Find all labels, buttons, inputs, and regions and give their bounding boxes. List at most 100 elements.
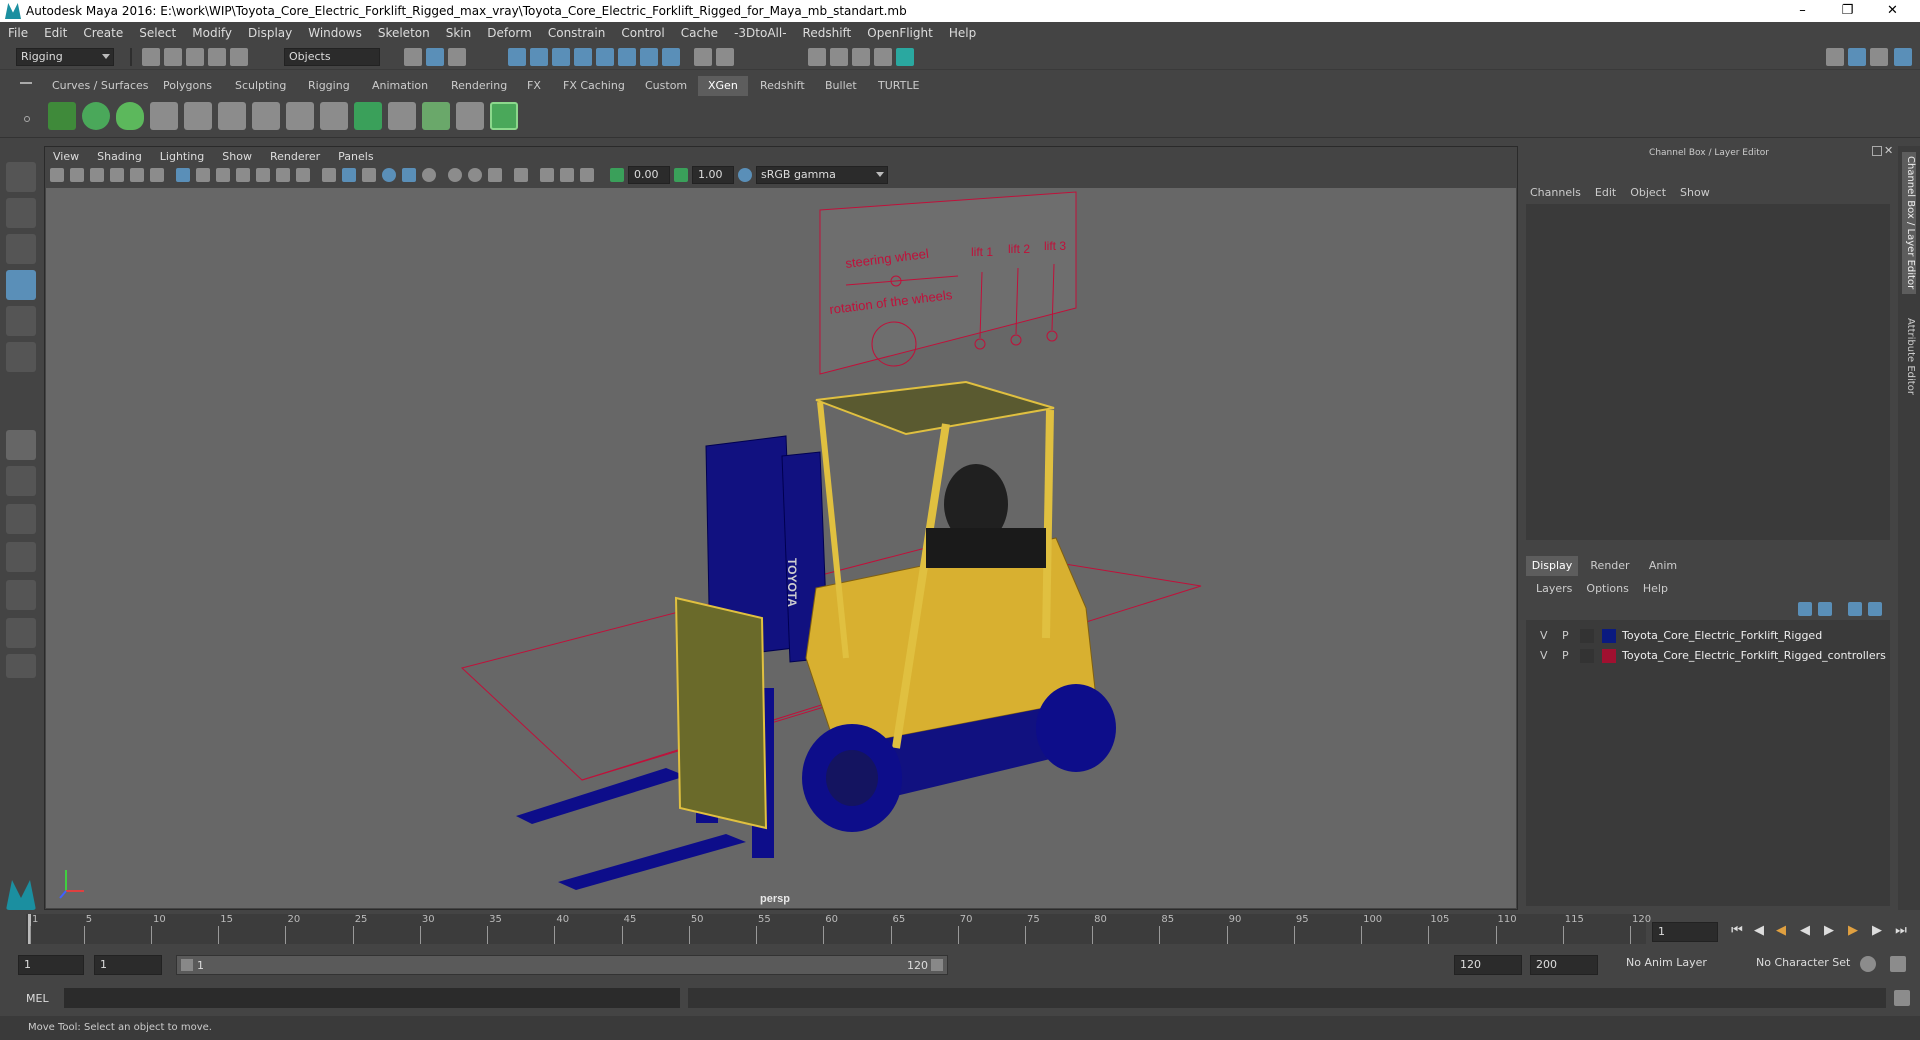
layer-name[interactable]: Toyota_Core_Electric_Forklift_Rigged	[1622, 629, 1822, 642]
camera-attributes-icon[interactable]	[70, 168, 84, 182]
rig-control-board[interactable]	[819, 191, 1077, 375]
smooth-shade-icon[interactable]	[342, 168, 356, 182]
anim-layer-dropdown[interactable]: No Anim Layer	[1622, 955, 1742, 975]
lock-icon[interactable]	[694, 48, 712, 66]
layer-reference-toggle[interactable]	[1580, 629, 1594, 643]
time-slider[interactable]: 1 5 10 15 20 25 30 35 40 45 50 55 60 65 70 75 80 85 90 95 10…	[0, 914, 1920, 946]
tab-turtle[interactable]: TURTLE	[868, 76, 929, 96]
hypershade-icon[interactable]	[896, 48, 914, 66]
step-back-key-icon[interactable]: ◀	[1772, 922, 1790, 940]
tab-anim[interactable]: Anim	[1640, 556, 1686, 576]
wireframe-icon[interactable]	[322, 168, 336, 182]
ambient-occlusion-icon[interactable]	[448, 168, 462, 182]
create-description-icon[interactable]	[116, 102, 144, 130]
tab-xgen[interactable]: XGen	[698, 76, 748, 96]
shadows-icon[interactable]	[422, 168, 436, 182]
viewport-menu-show[interactable]: Show	[213, 150, 261, 163]
menu-file[interactable]: File	[0, 26, 36, 40]
go-to-end-icon[interactable]: ⏭	[1892, 922, 1910, 940]
viewport-3d[interactable]: steering wheel rotation of the wheels li…	[46, 188, 1516, 908]
gamma-field[interactable]: 1.00	[692, 166, 734, 184]
toggle-attribute-editor-icon[interactable]	[1848, 48, 1866, 66]
camera-icon[interactable]	[50, 168, 64, 182]
snap-grid-icon[interactable]	[508, 48, 526, 66]
layer-color-swatch[interactable]	[1602, 649, 1616, 663]
layer-row[interactable]: V P Toyota_Core_Electric_Forklift_Rigged…	[1528, 646, 1892, 666]
shelf-options-icon[interactable]	[24, 116, 30, 122]
snap-view-plane-icon[interactable]	[574, 48, 592, 66]
channel-menu-edit[interactable]: Edit	[1595, 186, 1616, 199]
groom-icon[interactable]	[388, 102, 416, 130]
gamma-icon[interactable]	[674, 168, 688, 182]
snap-point-icon[interactable]	[552, 48, 570, 66]
safe-action-icon[interactable]	[276, 168, 290, 182]
channel-menu-show[interactable]: Show	[1680, 186, 1710, 199]
fork-carriage[interactable]	[674, 596, 768, 830]
range-slider[interactable]: 1 120	[176, 955, 948, 975]
tab-rigging[interactable]: Rigging	[298, 76, 360, 96]
tab-bullet[interactable]: Bullet	[815, 76, 867, 96]
resolution-gate-icon[interactable]	[216, 168, 230, 182]
move-layer-up-icon[interactable]	[1798, 602, 1812, 616]
menu-create[interactable]: Create	[75, 26, 131, 40]
xgen-render-icon[interactable]	[456, 102, 484, 130]
tab-attribute-editor[interactable]: Attribute Editor	[1902, 306, 1916, 406]
textured-icon[interactable]	[382, 168, 396, 182]
hypershade-layout-icon[interactable]	[6, 618, 36, 648]
layer-name[interactable]: Toyota_Core_Electric_Forklift_Rigged_con…	[1622, 649, 1886, 662]
tab-channel-box[interactable]: Channel Box / Layer Editor	[1902, 152, 1916, 294]
playback-start-field[interactable]: 1	[94, 955, 162, 975]
shelf-menu-icon[interactable]	[20, 82, 32, 84]
xray-icon[interactable]	[560, 168, 574, 182]
viewport-menu-shading[interactable]: Shading	[88, 150, 151, 163]
viewport-menu-renderer[interactable]: Renderer	[261, 150, 329, 163]
xgen-export-icon[interactable]	[490, 102, 518, 130]
single-perspective-layout-icon[interactable]	[6, 430, 36, 460]
menu-modify[interactable]: Modify	[184, 26, 240, 40]
start-time-field[interactable]: 1	[18, 955, 84, 975]
lasso-tool-icon[interactable]	[6, 198, 36, 228]
move-tool-icon[interactable]	[6, 270, 36, 300]
layer-playback-toggle[interactable]: P	[1562, 629, 1569, 642]
modeling-toolkit-icon[interactable]	[1826, 48, 1844, 66]
tab-curves-surfaces[interactable]: Curves / Surfaces	[42, 76, 159, 96]
viewport-menu-lighting[interactable]: Lighting	[151, 150, 213, 163]
safe-title-icon[interactable]	[296, 168, 310, 182]
select-component-icon[interactable]	[448, 48, 466, 66]
wireframe-on-shaded-icon[interactable]	[362, 168, 376, 182]
guide-length-icon[interactable]	[252, 102, 280, 130]
tab-fx[interactable]: FX	[517, 76, 551, 96]
xgen-guides-icon[interactable]	[320, 102, 348, 130]
image-plane-icon[interactable]	[110, 168, 124, 182]
menu-cache[interactable]: Cache	[673, 26, 726, 40]
render-frame-icon[interactable]	[830, 48, 848, 66]
tab-redshift[interactable]: Redshift	[750, 76, 815, 96]
tab-rendering[interactable]: Rendering	[441, 76, 517, 96]
step-forward-key-icon[interactable]: ▶	[1844, 922, 1862, 940]
undo-icon[interactable]	[208, 48, 226, 66]
menu-help[interactable]: Help	[941, 26, 984, 40]
layer-reference-toggle[interactable]	[1580, 649, 1594, 663]
add-guide-icon[interactable]	[150, 102, 178, 130]
layer-color-swatch[interactable]	[1602, 629, 1616, 643]
grid-icon[interactable]	[176, 168, 190, 182]
play-forwards-icon[interactable]: ▶	[1820, 922, 1838, 940]
field-chart-icon[interactable]	[256, 168, 270, 182]
lift-3-handle[interactable]	[1046, 330, 1058, 342]
lift-1-handle[interactable]	[974, 338, 986, 350]
end-time-field[interactable]: 200	[1530, 955, 1598, 975]
snap-surface-icon[interactable]	[618, 48, 636, 66]
animation-preferences-icon[interactable]	[1890, 956, 1906, 972]
selection-mode-dropdown[interactable]: Objects	[284, 48, 380, 66]
layer-visibility-toggle[interactable]: V	[1540, 629, 1548, 642]
toggle-channel-box-icon[interactable]	[1894, 48, 1912, 66]
graph-layout-icon[interactable]	[6, 580, 36, 610]
bookmark-icon[interactable]	[90, 168, 104, 182]
construction-history-icon[interactable]	[662, 48, 680, 66]
snap-live-icon[interactable]	[596, 48, 614, 66]
select-tool-icon[interactable]	[6, 162, 36, 192]
new-scene-icon[interactable]	[142, 48, 160, 66]
new-empty-layer-icon[interactable]	[1848, 602, 1862, 616]
fork-right[interactable]	[558, 834, 746, 890]
rotate-tool-icon[interactable]	[6, 306, 36, 336]
